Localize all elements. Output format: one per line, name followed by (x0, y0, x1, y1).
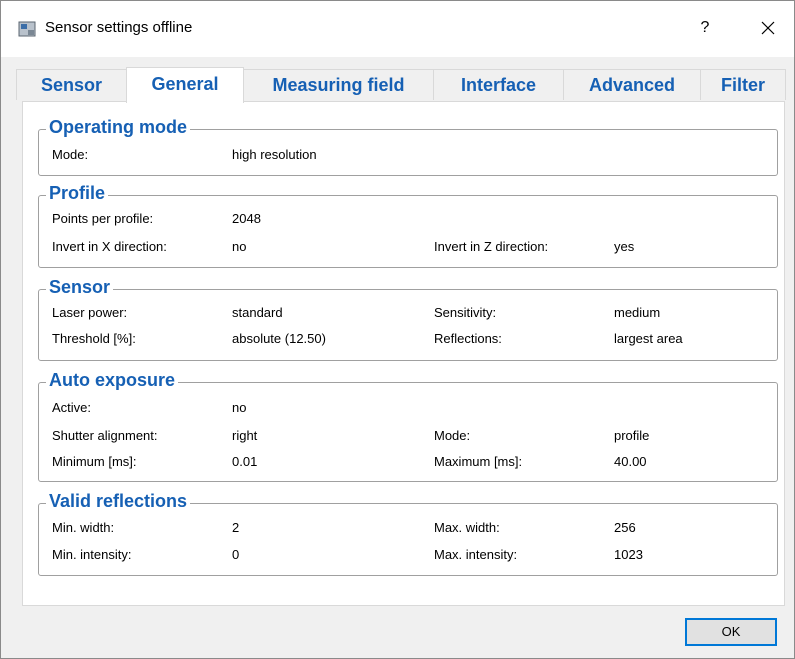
group-title: Operating mode (46, 116, 191, 138)
tab-sensor[interactable]: Sensor (16, 69, 127, 100)
maximum-value: 40.00 (614, 454, 647, 469)
dialog-window: Sensor settings offline ? Sensor General… (0, 0, 795, 659)
points-per-profile-label: Points per profile: (52, 211, 154, 226)
group-title: Sensor (46, 276, 114, 298)
threshold-value: absolute (12.50) (232, 331, 326, 346)
tab-bar: Sensor General Measuring field Interface… (16, 67, 786, 103)
min-width-value: 2 (232, 520, 240, 535)
group-title: Auto exposure (46, 369, 179, 391)
mode-value: high resolution (232, 147, 317, 162)
laser-power-label: Laser power: (52, 305, 128, 320)
minimum-value: 0.01 (232, 454, 258, 469)
close-icon[interactable] (753, 14, 783, 42)
invert-z-label: Invert in Z direction: (434, 239, 549, 254)
invert-x-value: no (232, 239, 247, 254)
laser-power-value: standard (232, 305, 283, 320)
help-button[interactable]: ? (693, 15, 717, 41)
tab-interface[interactable]: Interface (433, 69, 564, 100)
title-bar: Sensor settings offline ? (1, 1, 794, 57)
group-sensor: Sensor Laser power: standard Sensitivity… (38, 276, 778, 361)
group-title: Valid reflections (46, 490, 191, 512)
tab-general[interactable]: General (126, 67, 244, 103)
group-valid-reflections: Valid reflections Min. width: 2 Max. wid… (38, 490, 778, 576)
sensitivity-label: Sensitivity: (434, 305, 497, 320)
maximum-label: Maximum [ms]: (434, 454, 523, 469)
ok-button[interactable]: OK (685, 618, 777, 646)
reflections-label: Reflections: (434, 331, 502, 346)
threshold-label: Threshold [%]: (52, 331, 136, 346)
tab-advanced[interactable]: Advanced (563, 69, 701, 100)
tab-filter[interactable]: Filter (700, 69, 786, 100)
shutter-alignment-value: right (232, 428, 258, 443)
min-intensity-value: 0 (232, 547, 240, 562)
reflections-value: largest area (614, 331, 683, 346)
group-title: Profile (46, 182, 109, 204)
sensor-app-icon (18, 21, 36, 37)
invert-x-label: Invert in X direction: (52, 239, 167, 254)
active-value: no (232, 400, 247, 415)
active-label: Active: (52, 400, 92, 415)
minimum-label: Minimum [ms]: (52, 454, 137, 469)
points-per-profile-value: 2048 (232, 211, 261, 226)
tab-panel-general: Operating mode Mode: high resolution Pro… (22, 101, 785, 606)
group-auto-exposure: Auto exposure Active: no Shutter alignme… (38, 369, 778, 482)
max-width-value: 256 (614, 520, 636, 535)
max-intensity-value: 1023 (614, 547, 643, 562)
min-width-label: Min. width: (52, 520, 115, 535)
group-operating-mode: Operating mode Mode: high resolution (38, 116, 778, 176)
invert-z-value: yes (614, 239, 635, 254)
max-intensity-label: Max. intensity: (434, 547, 518, 562)
mode-label: Mode: (52, 147, 89, 162)
group-profile: Profile Points per profile: 2048 Invert … (38, 182, 778, 268)
max-width-label: Max. width: (434, 520, 500, 535)
min-intensity-label: Min. intensity: (52, 547, 132, 562)
exposure-mode-value: profile (614, 428, 650, 443)
tab-measuring-field[interactable]: Measuring field (243, 69, 434, 100)
exposure-mode-label: Mode: (434, 428, 471, 443)
window-title: Sensor settings offline (45, 19, 193, 36)
shutter-alignment-label: Shutter alignment: (52, 428, 158, 443)
sensitivity-value: medium (614, 305, 661, 320)
